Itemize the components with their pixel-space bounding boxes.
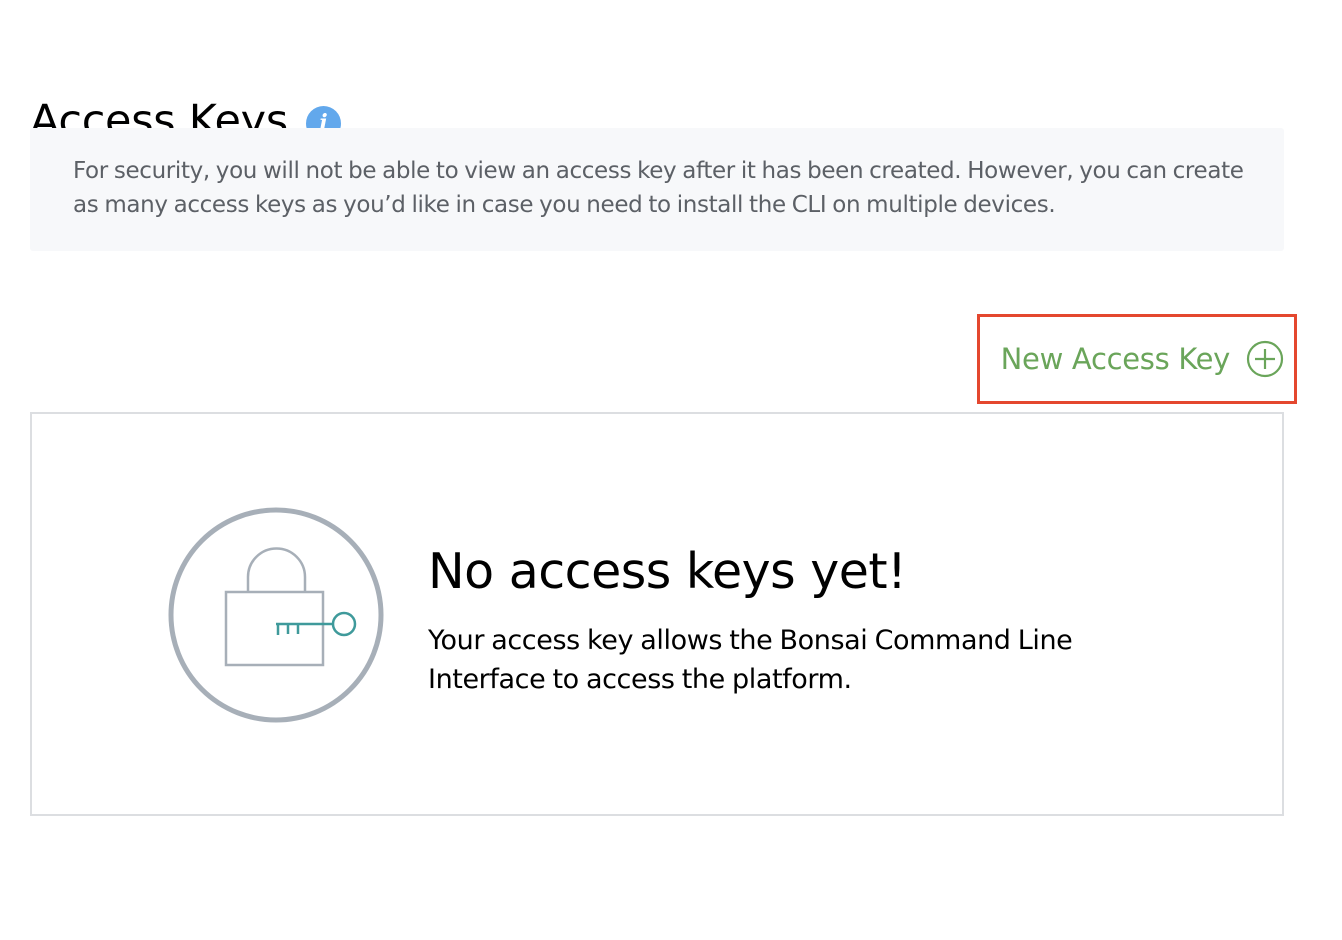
plus-circle-icon	[1246, 340, 1284, 378]
lock-key-icon	[168, 507, 384, 723]
security-notice: For security, you will not be able to vi…	[30, 128, 1284, 251]
empty-state-panel: No access keys yet! Your access key allo…	[30, 412, 1284, 816]
new-access-key-button[interactable]: New Access Key	[977, 314, 1297, 404]
security-notice-text: For security, you will not be able to vi…	[73, 158, 1244, 218]
empty-state-description: Your access key allows the Bonsai Comman…	[428, 625, 1073, 695]
empty-state-heading: No access keys yet!	[428, 543, 907, 600]
new-access-key-label: New Access Key	[1000, 342, 1231, 376]
